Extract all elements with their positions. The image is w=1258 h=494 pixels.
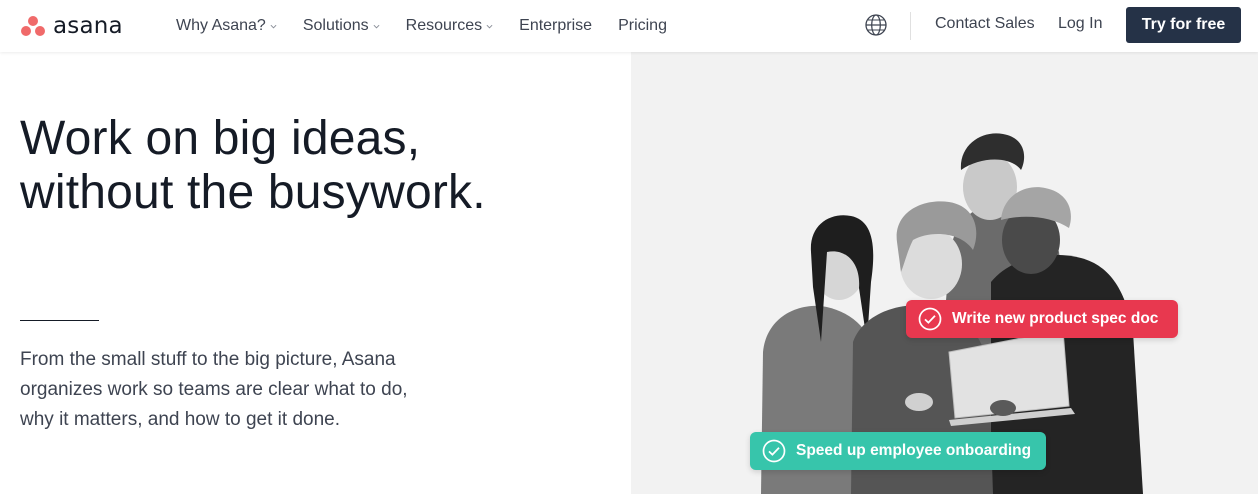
chevron-down-icon	[270, 24, 277, 28]
task-card-onboarding: Speed up employee onboarding	[750, 432, 1046, 470]
menu-item-resources[interactable]: Resources	[406, 17, 493, 35]
try-for-free-button[interactable]: Try for free	[1126, 7, 1241, 43]
nav-divider	[910, 12, 911, 40]
team-photo	[761, 133, 1143, 494]
log-in-link[interactable]: Log In	[1058, 15, 1102, 33]
asana-logo[interactable]: asana	[20, 12, 123, 40]
globe-icon[interactable]	[864, 13, 888, 37]
menu-item-label: Enterprise	[519, 17, 593, 34]
hero-divider	[20, 320, 99, 321]
menu-item-label: Solutions	[302, 17, 369, 34]
check-circle-icon	[762, 439, 786, 463]
hero-image-panel: Write new product spec doc Speed up empl…	[631, 52, 1258, 494]
headline-line-2: without the busywork.	[20, 166, 486, 219]
menu-item-why-asana[interactable]: Why Asana?	[176, 17, 277, 35]
menu-item-solutions[interactable]: Solutions	[303, 17, 380, 35]
menu-item-label: Why Asana?	[176, 17, 266, 34]
menu-item-pricing[interactable]: Pricing	[618, 17, 667, 35]
task-label: Write new product spec doc	[952, 310, 1159, 327]
menu-item-enterprise[interactable]: Enterprise	[519, 17, 592, 35]
top-nav: asana Why Asana? Solutions Resources Ent…	[0, 0, 1258, 52]
hero-subtext: From the small stuff to the big picture,…	[20, 349, 408, 430]
menu-item-label: Resources	[405, 17, 483, 34]
chevron-down-icon	[486, 24, 493, 28]
task-label: Speed up employee onboarding	[796, 442, 1032, 459]
check-circle-icon	[918, 307, 942, 331]
task-card-product-spec: Write new product spec doc	[906, 300, 1178, 338]
logo-text: asana	[53, 13, 123, 39]
contact-sales-link[interactable]: Contact Sales	[935, 15, 1035, 33]
headline-line-1: Work on big ideas,	[20, 112, 421, 165]
hero-headline: Work on big ideas, without the busywork.	[20, 112, 600, 220]
chevron-down-icon	[373, 24, 380, 28]
menu-item-label: Pricing	[618, 17, 667, 34]
main-menu: Why Asana? Solutions Resources Enterpris…	[176, 0, 693, 52]
asana-logo-icon	[20, 15, 46, 37]
